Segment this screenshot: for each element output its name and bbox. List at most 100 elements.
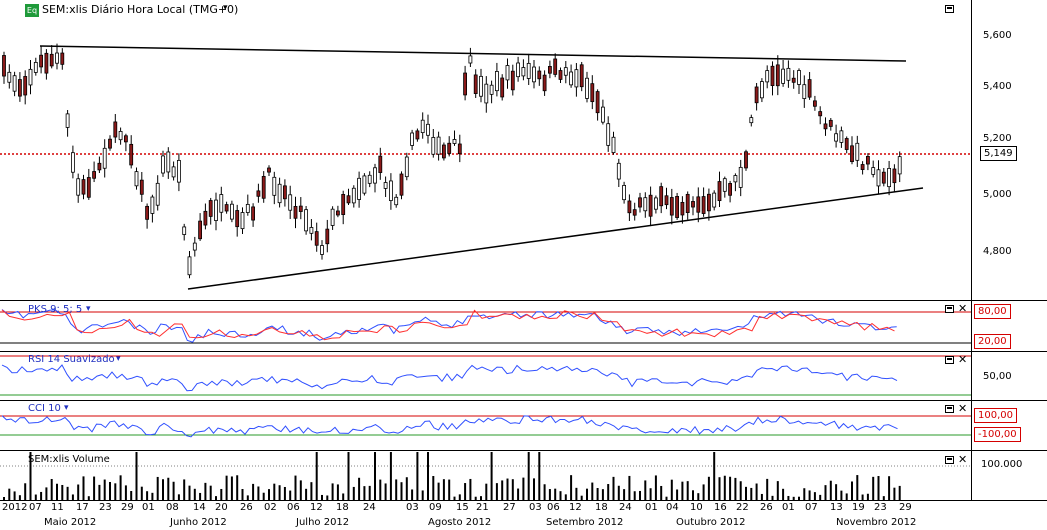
maximize-icon[interactable] — [945, 5, 954, 13]
volume-pane[interactable]: SEM:xlis Volume ✕ — [0, 450, 971, 501]
time-day-label: 26 — [760, 502, 773, 513]
candle-body — [293, 205, 298, 219]
candle-body — [489, 84, 494, 95]
volume-bar — [82, 476, 85, 501]
candle-body — [500, 77, 505, 98]
volume-bar — [723, 475, 726, 501]
chart-window: Eq SEM:xlis Diário Hora Local (TMG+0) ▾ … — [0, 0, 1047, 530]
rsi-pane[interactable]: RSI 14 Suavizado ▾ ✕ — [0, 351, 971, 400]
candle-body — [214, 199, 218, 221]
volume-bar — [310, 482, 313, 501]
rsi-title[interactable]: RSI 14 Suavizado — [28, 354, 115, 365]
candle-body — [7, 71, 12, 83]
candle-body — [579, 64, 584, 88]
title-dropdown-icon[interactable]: ▾ — [223, 3, 228, 13]
candle-body — [394, 196, 399, 206]
time-day-label: 03 — [529, 502, 542, 513]
pks-k-line — [1, 309, 897, 343]
candle-body — [436, 136, 441, 155]
candle-body — [574, 69, 579, 88]
volume-bar — [437, 482, 440, 501]
time-month-label: Outubro 2012 — [676, 517, 746, 528]
candle-body — [267, 167, 271, 173]
cci-dropdown-icon[interactable]: ▾ — [64, 403, 69, 413]
volume-bar — [347, 452, 350, 501]
maximize-icon[interactable] — [945, 405, 954, 413]
candle-body — [707, 193, 711, 212]
candle-body — [288, 194, 293, 211]
volume-bar — [172, 481, 175, 501]
pks-dropdown-icon[interactable]: ▾ — [86, 304, 91, 314]
candle-body — [198, 220, 203, 240]
candle-body — [463, 72, 468, 96]
candle-body — [415, 130, 420, 140]
candle-body — [155, 182, 160, 206]
volume-bar — [612, 476, 615, 501]
time-month-label: Agosto 2012 — [428, 517, 492, 528]
candle-body — [850, 145, 854, 163]
cci-title[interactable]: CCI 10 — [28, 403, 61, 414]
time-day-label: 15 — [456, 502, 469, 513]
candle-body — [44, 52, 49, 74]
pks-title[interactable]: PKS 9; 5; 5 — [28, 304, 82, 315]
candle-body — [150, 196, 155, 214]
volume-bar — [93, 476, 96, 501]
candle-body — [65, 113, 70, 128]
time-day-label: 13 — [830, 502, 843, 513]
candle-body — [224, 204, 229, 212]
volume-title[interactable]: SEM:xlis Volume — [28, 454, 110, 465]
volume-bar — [188, 485, 191, 501]
volume-bar — [283, 486, 286, 501]
close-icon[interactable]: ✕ — [958, 454, 967, 465]
close-icon[interactable]: ✕ — [958, 354, 967, 365]
maximize-icon[interactable] — [945, 456, 954, 464]
close-icon[interactable]: ✕ — [958, 403, 967, 414]
volume-bar — [358, 477, 361, 501]
candle-body — [775, 64, 780, 87]
candle-body — [876, 169, 881, 187]
volume-bar — [45, 487, 48, 501]
volume-bar — [533, 478, 535, 501]
candle-body — [611, 136, 616, 154]
volume-bar — [851, 481, 853, 501]
y-label: 5,400 — [983, 81, 1012, 92]
candle-body — [410, 132, 415, 146]
volume-bar — [628, 475, 631, 501]
candle-body — [521, 67, 526, 77]
y-label: 5,000 — [983, 189, 1012, 200]
cci-lower-tag: -100,00 — [974, 427, 1021, 442]
maximize-icon[interactable] — [945, 356, 954, 364]
candle-body — [298, 205, 303, 212]
volume-bar — [856, 475, 859, 501]
candle-body — [176, 159, 181, 183]
candle-body — [240, 212, 245, 230]
volume-bar — [686, 481, 689, 501]
candle-body — [404, 156, 409, 178]
volume-bar — [162, 479, 164, 501]
cci-pane[interactable]: CCI 10 ▾ ✕ — [0, 400, 971, 450]
volume-bar — [336, 484, 339, 501]
candle-body — [60, 52, 65, 65]
pks-axis: 80,00 20,00 — [971, 300, 1047, 351]
candle-body — [203, 210, 208, 226]
price-pane[interactable]: Eq SEM:xlis Diário Hora Local (TMG+0) ▾ — [0, 0, 971, 300]
volume-bar — [119, 475, 122, 501]
time-day-label: 10 — [690, 502, 703, 513]
volume-bar — [427, 452, 429, 501]
candle-body — [802, 84, 807, 99]
pks-pane[interactable]: PKS 9; 5; 5 ▾ ✕ — [0, 300, 971, 351]
candle-body — [468, 55, 473, 64]
candle-body — [818, 111, 823, 117]
close-icon[interactable]: ✕ — [958, 303, 967, 314]
volume-bar — [872, 476, 875, 501]
chart-title[interactable]: SEM:xlis Diário Hora Local (TMG+0) — [42, 3, 238, 16]
candle-body — [81, 179, 86, 195]
volume-bar — [538, 452, 541, 501]
maximize-icon[interactable] — [945, 305, 954, 313]
rsi-dropdown-icon[interactable]: ▾ — [116, 354, 121, 364]
candle-body — [97, 162, 102, 171]
volume-bar — [448, 479, 451, 501]
volume-bar — [416, 452, 419, 501]
time-day-label: 18 — [595, 502, 608, 513]
candle-body — [892, 168, 897, 184]
